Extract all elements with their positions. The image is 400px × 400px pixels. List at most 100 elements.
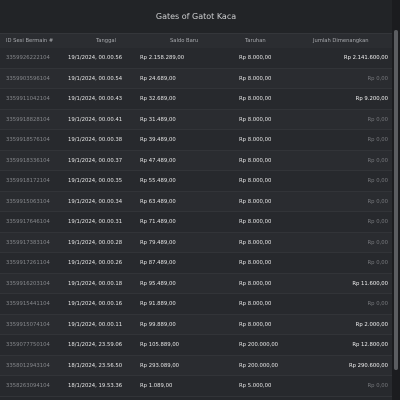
balance-value: Rp 91.889,00	[140, 301, 176, 308]
winnings-value: Rp 0,00	[367, 383, 388, 390]
table-row[interactable]: 3359903596104 19/1/2024, 00.00.54 Rp 24.68…	[0, 68, 392, 89]
balance-value: Rp 63.489,00	[140, 198, 176, 205]
session-date: 19/1/2024, 00.00.37	[68, 157, 123, 164]
session-id: 3359918576104	[6, 137, 50, 144]
bet-value: Rp 8.000,00	[239, 75, 272, 82]
bet-value: Rp 8.000,00	[239, 96, 272, 103]
table-row[interactable]: 3359918828104 19/1/2024, 00.00.41 Rp 31.48…	[0, 109, 392, 130]
bet-value: Rp 8.000,00	[239, 157, 272, 164]
winnings-value: Rp 0,00	[367, 301, 388, 308]
balance-value: Rp 47.489,00	[140, 157, 176, 164]
balance-value: Rp 2.158.289,00	[140, 55, 185, 62]
session-date: 19/1/2024, 00.00.18	[68, 280, 123, 287]
column-header-winnings[interactable]: Jumlah Dimenangkan	[313, 34, 369, 48]
winnings-value: Rp 0,00	[367, 137, 388, 144]
balance-value: Rp 71.489,00	[140, 219, 176, 226]
table-row[interactable]: 3359918576104 19/1/2024, 00.00.38 Rp 39.48…	[0, 130, 392, 151]
winnings-value: Rp 0,00	[367, 239, 388, 246]
winnings-value: Rp 2.000,00	[355, 321, 388, 328]
bet-value: Rp 8.000,00	[239, 116, 272, 123]
session-date: 19/1/2024, 00.00.43	[68, 96, 123, 103]
winnings-value: Rp 0,00	[367, 116, 388, 123]
panel-title: Gates of Gatot Kaca	[0, 0, 392, 34]
session-id: 3359917646104	[6, 219, 50, 226]
table-row[interactable]: 3359915063104 19/1/2024, 00.00.34 Rp 63.48…	[0, 191, 392, 212]
bet-value: Rp 8.000,00	[239, 55, 272, 62]
balance-value: Rp 293.089,00	[140, 362, 180, 369]
session-date: 19/1/2024, 00.00.38	[68, 137, 123, 144]
bet-value: Rp 8.000,00	[239, 219, 272, 226]
winnings-value: Rp 0,00	[367, 198, 388, 205]
table-row[interactable]: 3359077750104 18/1/2024, 23.59.06 Rp 105.8…	[0, 335, 392, 356]
session-id: 3359903596104	[6, 75, 50, 82]
bet-value: Rp 8.000,00	[239, 198, 272, 205]
session-date: 19/1/2024, 00.00.35	[68, 178, 123, 185]
session-id: 3359918172104	[6, 178, 50, 185]
table-body: 3359926222104 19/1/2024, 00.00.56 Rp 2.158…	[0, 48, 392, 400]
table-row[interactable]: 3359918172104 19/1/2024, 00.00.35 Rp 55.48…	[0, 171, 392, 192]
bet-value: Rp 200.000,00	[239, 362, 279, 369]
table-row[interactable]: 3358263094104 18/1/2024, 19.53.36 Rp 1.089…	[0, 376, 392, 397]
session-id: 3359915074104	[6, 321, 50, 328]
session-date: 19/1/2024, 00.00.31	[68, 219, 123, 226]
session-id: 3359918828104	[6, 116, 50, 123]
balance-value: Rp 1.089,00	[140, 383, 173, 390]
balance-value: Rp 31.489,00	[140, 116, 176, 123]
game-history-panel: Gates of Gatot Kaca ID Sesi Bermain # Ta…	[0, 0, 400, 400]
table-row[interactable]: 3359917261104 19/1/2024, 00.00.26 Rp 87.48…	[0, 253, 392, 274]
table-row[interactable]: 3359915074104 19/1/2024, 00.00.11 Rp 99.88…	[0, 314, 392, 335]
winnings-value: Rp 12.800,00	[352, 342, 388, 349]
table-row[interactable]: 3359915441104 19/1/2024, 00.00.16 Rp 91.88…	[0, 294, 392, 315]
table-row[interactable]: 3359917383104 19/1/2024, 00.00.28 Rp 79.48…	[0, 232, 392, 253]
bet-value: Rp 200.000,00	[239, 342, 279, 349]
table-row[interactable]: 3359918336104 19/1/2024, 00.00.37 Rp 47.48…	[0, 150, 392, 171]
column-header-bet[interactable]: Taruhan	[245, 34, 266, 48]
session-id: 3358263094104	[6, 383, 50, 390]
session-date: 18/1/2024, 19.53.36	[68, 383, 123, 390]
column-header-date[interactable]: Tanggal	[96, 34, 116, 48]
winnings-value: Rp 9.200,00	[355, 96, 388, 103]
session-date: 19/1/2024, 00.00.41	[68, 116, 123, 123]
table-row[interactable]: 3359911042104 19/1/2024, 00.00.43 Rp 32.68…	[0, 89, 392, 110]
balance-value: Rp 99.889,00	[140, 321, 176, 328]
session-id: 3359918336104	[6, 157, 50, 164]
bet-value: Rp 8.000,00	[239, 301, 272, 308]
bet-value: Rp 8.000,00	[239, 260, 272, 267]
table-header: ID Sesi Bermain # Tanggal Saldo Baru Tar…	[0, 34, 392, 48]
winnings-value: Rp 0,00	[367, 260, 388, 267]
balance-value: Rp 32.689,00	[140, 96, 176, 103]
session-date: 18/1/2024, 23.59.06	[68, 342, 123, 349]
bet-value: Rp 8.000,00	[239, 178, 272, 185]
table-row[interactable]: 3359926222104 19/1/2024, 00.00.56 Rp 2.158…	[0, 48, 392, 69]
balance-value: Rp 87.489,00	[140, 260, 176, 267]
balance-value: Rp 105.889,00	[140, 342, 180, 349]
table-row[interactable]: 3358012943104 18/1/2024, 23.56.50 Rp 293.0…	[0, 355, 392, 376]
session-date: 19/1/2024, 00.00.56	[68, 55, 123, 62]
winnings-value: Rp 0,00	[367, 219, 388, 226]
winnings-value: Rp 2.141.600,00	[343, 55, 388, 62]
balance-value: Rp 95.489,00	[140, 280, 176, 287]
bet-value: Rp 8.000,00	[239, 137, 272, 144]
session-id: 3359911042104	[6, 96, 50, 103]
scrollbar[interactable]	[392, 0, 400, 400]
bet-value: Rp 5.000,00	[239, 383, 272, 390]
session-date: 19/1/2024, 00.00.28	[68, 239, 123, 246]
balance-value: Rp 24.689,00	[140, 75, 176, 82]
table-row[interactable]: 3359916203104 19/1/2024, 00.00.18 Rp 95.48…	[0, 273, 392, 294]
session-date: 19/1/2024, 00.00.26	[68, 260, 123, 267]
session-id: 3359926222104	[6, 55, 50, 62]
session-id: 3359917261104	[6, 260, 50, 267]
scrollbar-thumb[interactable]	[394, 30, 398, 370]
session-date: 19/1/2024, 00.00.11	[68, 321, 123, 328]
bet-value: Rp 8.000,00	[239, 280, 272, 287]
column-header-id[interactable]: ID Sesi Bermain #	[6, 34, 53, 48]
winnings-value: Rp 290.600,00	[348, 362, 388, 369]
balance-value: Rp 79.489,00	[140, 239, 176, 246]
session-date: 19/1/2024, 00.00.16	[68, 301, 123, 308]
winnings-value: Rp 0,00	[367, 75, 388, 82]
winnings-value: Rp 11.600,00	[352, 280, 388, 287]
session-date: 18/1/2024, 23.56.50	[68, 362, 123, 369]
table-row[interactable]: 3359917646104 19/1/2024, 00.00.31 Rp 71.48…	[0, 212, 392, 233]
session-date: 19/1/2024, 00.00.34	[68, 198, 123, 205]
column-header-balance[interactable]: Saldo Baru	[170, 34, 198, 48]
